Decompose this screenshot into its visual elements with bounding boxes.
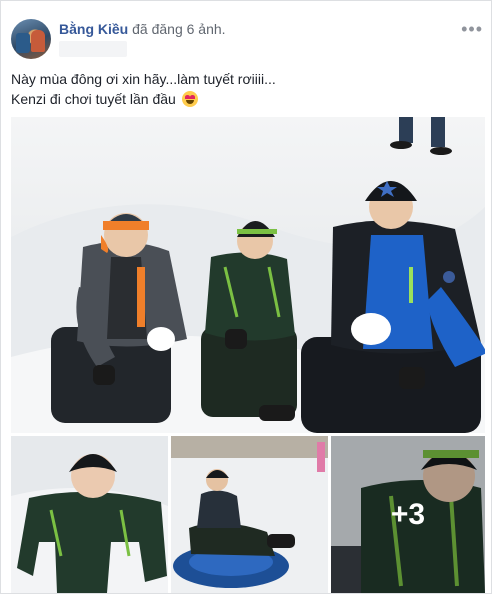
avatar-person-shape: [31, 30, 45, 52]
blurred-timestamp: [59, 41, 127, 57]
more-photos-count: +3: [390, 497, 426, 531]
thumbnail-1-image: [11, 436, 168, 593]
more-photos-overlay[interactable]: +3: [331, 436, 485, 593]
thumbnail-photo-2[interactable]: [171, 436, 328, 593]
post-action-text: đã đăng 6 ảnh.: [128, 21, 226, 37]
post-meta: Bằng Kiều đã đăng 6 ảnh.: [59, 21, 226, 39]
avatar-chair-shape: [16, 33, 30, 53]
author-avatar[interactable]: [11, 19, 51, 59]
thumbnail-2-image: [171, 436, 328, 593]
post-text-line-2-text: Kenzi đi chơi tuyết lần đầu: [11, 91, 176, 107]
more-options-icon[interactable]: •••: [461, 19, 483, 40]
heart-eyes-emoji-icon: [181, 91, 198, 107]
main-photo[interactable]: [11, 117, 485, 433]
post-text-line-1: Này mùa đông ơi xin hãy...làm tuyết rơii…: [11, 71, 276, 87]
thumbnail-photo-3-more[interactable]: +3: [331, 436, 485, 593]
thumbnail-photo-1[interactable]: [11, 436, 168, 593]
post-header: Bằng Kiều đã đăng 6 ảnh. •••: [11, 19, 483, 63]
post-text-line-2: Kenzi đi chơi tuyết lần đầu: [11, 89, 483, 109]
author-name-link[interactable]: Bằng Kiều: [59, 21, 128, 37]
post-text: Này mùa đông ơi xin hãy...làm tuyết rơii…: [11, 69, 483, 109]
feed-post: Bằng Kiều đã đăng 6 ảnh. ••• Này mùa đôn…: [0, 0, 492, 594]
main-photo-image: [11, 117, 485, 433]
